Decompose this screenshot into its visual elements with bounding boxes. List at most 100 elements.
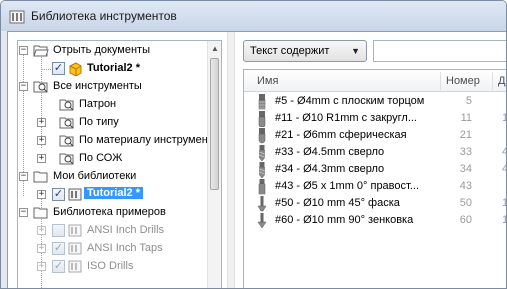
filter-mode-select[interactable]: Текст содержит ▼ (243, 40, 367, 62)
folder-open-icon (33, 45, 49, 57)
tool-diameter: 4 (502, 146, 506, 158)
tool-diameter: 4 (502, 163, 506, 175)
list-item[interactable]: #33 - Ø4.5mm сверло 33 4 (244, 145, 506, 161)
tool-name: #21 - Ø6mm сферическая (275, 129, 407, 141)
tree-node-label: По типу (79, 116, 119, 128)
tool-number: 60 (459, 214, 472, 226)
tool-library-icon (9, 10, 25, 24)
scroll-up-icon[interactable]: ▲ (210, 44, 220, 54)
ball-mill-icon (258, 128, 266, 144)
library-icon (68, 188, 82, 201)
tree-node-label: По СОЖ (79, 152, 123, 164)
column-divider[interactable] (440, 72, 441, 90)
tree-node-my-libraries[interactable]: − Мои библиотеки (18, 168, 221, 186)
tool-name: #43 - Ø5 x 1mm 0° правост... (275, 180, 420, 192)
collapse-toggle[interactable]: − (19, 208, 28, 217)
folder-search-icon (33, 81, 48, 93)
tool-number: 50 (459, 197, 472, 209)
tool-name: #33 - Ø4.5mm сверло (275, 146, 385, 158)
tool-number: 34 (459, 163, 472, 175)
collapse-toggle[interactable]: − (19, 46, 28, 55)
tree-node-by-material[interactable]: + По материалу инструмента (18, 132, 221, 150)
checkbox[interactable]: ✓ (52, 62, 65, 75)
collapse-toggle[interactable]: − (19, 82, 28, 91)
folder-icon (33, 207, 48, 219)
tree-node-label: ANSI Inch Drills (87, 224, 165, 236)
tree-node-label: Все инструменты (53, 80, 142, 92)
tree-node-iso-drills[interactable]: + ✓ ISO Drills (18, 258, 221, 276)
library-icon (68, 242, 82, 255)
scrollbar-thumb[interactable] (210, 58, 219, 190)
panel-splitter[interactable] (227, 32, 235, 288)
chamfer-mill-icon (257, 196, 267, 212)
tool-number: 21 (459, 129, 472, 141)
tool-diameter: 1 (502, 112, 506, 124)
expand-toggle[interactable]: + (37, 244, 46, 253)
folder-search-icon (59, 99, 74, 111)
tree-node-sample-library[interactable]: − Библиотека примеров (18, 204, 221, 222)
tool-name: #50 - Ø10 mm 45° фаска (275, 197, 400, 209)
list-item[interactable]: #50 - Ø10 mm 45° фаска 50 1 (244, 196, 506, 212)
tree-scrollbar[interactable]: ▲ (207, 41, 221, 288)
tree-node-tutorial2-library[interactable]: + ✓ Tutorial2 * (18, 186, 221, 204)
tree-node-ansi-inch-drills[interactable]: + ANSI Inch Drills (18, 222, 221, 240)
folder-icon (33, 171, 48, 183)
tool-name: #5 - Ø4mm с плоским торцом (275, 95, 425, 107)
column-header-name[interactable]: Имя (257, 75, 278, 87)
expand-toggle[interactable]: + (37, 118, 46, 127)
tree-node-label: Библиотека примеров (53, 206, 166, 218)
tree-node-ansi-inch-taps[interactable]: + ✓ ANSI Inch Taps (18, 240, 221, 258)
list-item[interactable]: #5 - Ø4mm с плоским торцом 5 (244, 94, 506, 110)
tree-node-label: ANSI Inch Taps (87, 242, 163, 254)
list-header: Имя Номер Диа (244, 70, 506, 92)
checkbox[interactable]: ✓ (52, 242, 65, 255)
drill-icon (259, 145, 265, 161)
expand-toggle[interactable]: + (37, 154, 46, 163)
expand-toggle[interactable]: + (37, 262, 46, 271)
tree-node-tutorial2-document[interactable]: ✓ Tutorial2 * (18, 60, 221, 78)
tree-node-by-type[interactable]: + По типу (18, 114, 221, 132)
expand-toggle[interactable]: + (37, 136, 46, 145)
checkbox[interactable] (52, 224, 65, 237)
content-area: − Отрыть документы ✓ Tutorial2 * − Все и… (7, 31, 506, 288)
list-item[interactable]: #11 - Ø10 R1mm с закругл... 11 1 (244, 111, 506, 127)
tree-node-label: Патрон (79, 98, 117, 110)
checkbox[interactable]: ✓ (52, 260, 65, 273)
spot-drill-icon (257, 213, 267, 229)
tool-number: 43 (459, 180, 472, 192)
tool-number: 5 (465, 95, 472, 107)
tree-node-by-coolant[interactable]: + По СОЖ (18, 150, 221, 168)
column-divider[interactable] (492, 72, 493, 90)
list-item[interactable]: #21 - Ø6mm сферическая 21 (244, 128, 506, 144)
tool-number: 11 (460, 112, 472, 124)
tree-node-open-documents[interactable]: − Отрыть документы (18, 42, 221, 60)
list-item[interactable]: #60 - Ø10 mm 90° зенковка 60 1 (244, 213, 506, 229)
expand-toggle[interactable]: + (37, 226, 46, 235)
window-title: Библиотека инструментов (31, 9, 177, 23)
search-input[interactable] (373, 40, 506, 62)
column-header-number[interactable]: Номер (446, 75, 480, 87)
tool-name: #60 - Ø10 mm 90° зенковка (275, 214, 414, 226)
tree-node-label: По материалу инструмента (79, 134, 219, 146)
part-document-icon (69, 62, 82, 76)
folder-search-icon (59, 153, 74, 165)
expand-toggle[interactable]: + (37, 190, 46, 199)
tree-node-label: Отрыть документы (53, 44, 150, 56)
library-icon (68, 260, 82, 273)
checkbox[interactable]: ✓ (52, 188, 65, 201)
library-icon (68, 224, 82, 237)
tool-diameter: 1 (502, 214, 506, 226)
library-tree[interactable]: − Отрыть документы ✓ Tutorial2 * − Все и… (17, 40, 222, 288)
tool-number: 33 (459, 146, 472, 158)
chevron-down-icon: ▼ (351, 46, 360, 56)
tool-list[interactable]: Имя Номер Диа #5 - Ø4mm с плоским торцом… (243, 69, 506, 288)
tap-icon (258, 179, 266, 195)
list-item[interactable]: #34 - Ø4.3mm сверло 34 4 (244, 162, 506, 178)
collapse-toggle[interactable]: − (19, 172, 28, 181)
list-item[interactable]: #43 - Ø5 x 1mm 0° правост... 43 (244, 179, 506, 195)
tree-node-holder[interactable]: Патрон (18, 96, 221, 114)
title-bar[interactable]: Библиотека инструментов (1, 1, 506, 31)
folder-search-icon (59, 135, 74, 147)
tree-node-all-tools[interactable]: − Все инструменты (18, 78, 221, 96)
column-header-diameter[interactable]: Диа (498, 75, 506, 87)
